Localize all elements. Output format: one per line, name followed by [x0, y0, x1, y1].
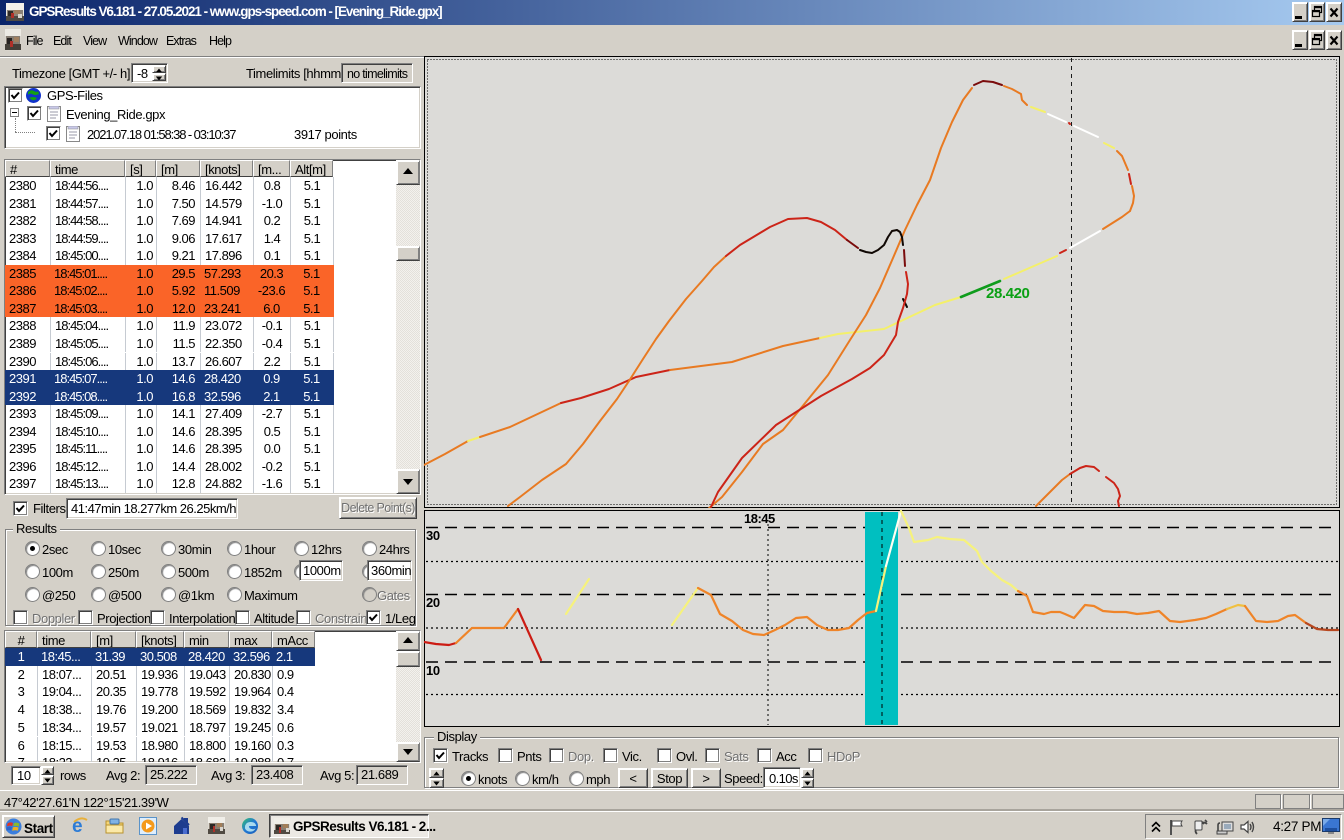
svg-text:18:45: 18:45	[744, 511, 775, 526]
svg-text:30: 30	[426, 528, 440, 543]
svg-text:20: 20	[426, 595, 440, 610]
svg-text:10: 10	[426, 663, 440, 678]
svg-text:28.420: 28.420	[986, 285, 1030, 302]
